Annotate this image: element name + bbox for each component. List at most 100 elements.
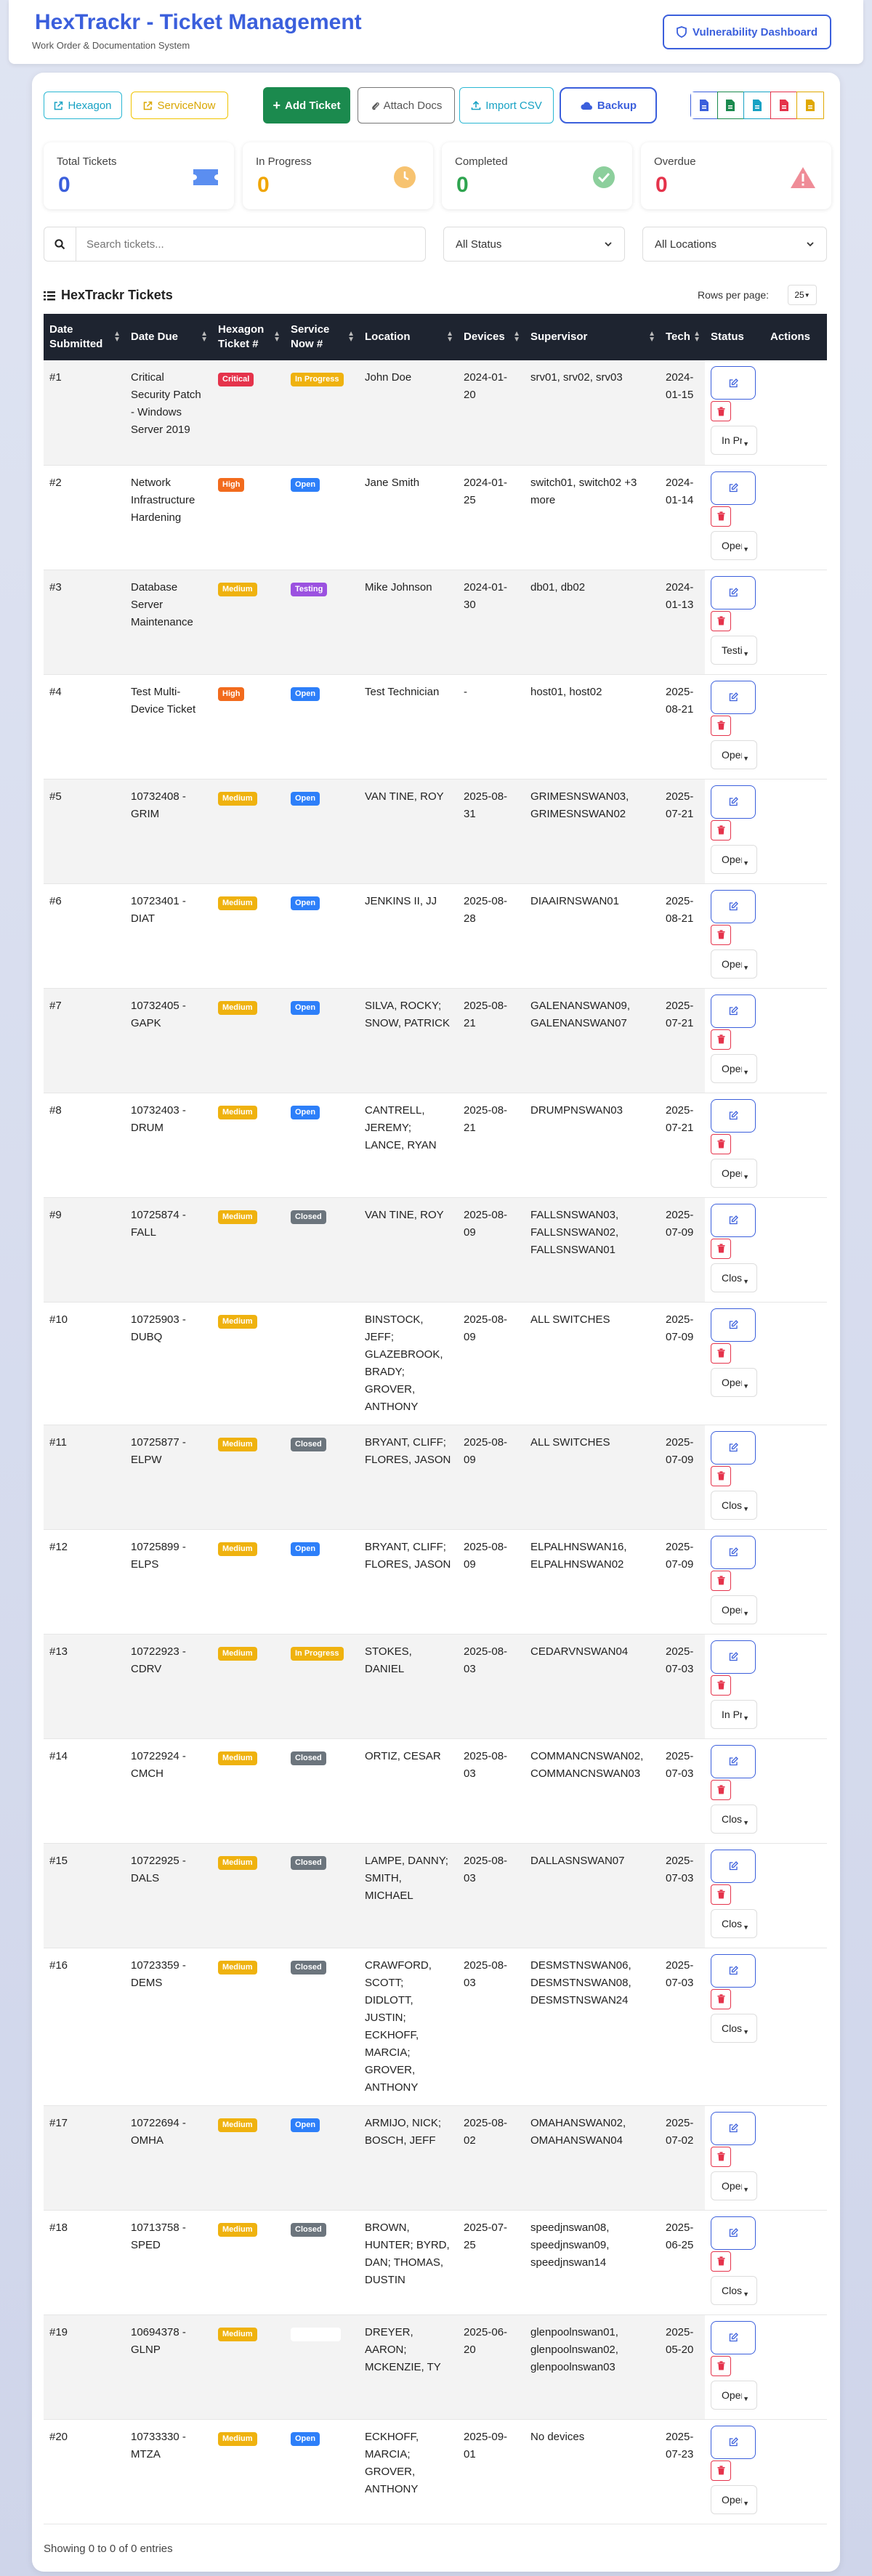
table-row[interactable]: #15 10722925 - DALS Medium Closed LAMPE, DAN…	[44, 1843, 827, 1948]
status-select[interactable]: Open▼	[711, 1053, 757, 1083]
status-select[interactable]: Open▼	[711, 1158, 757, 1188]
delete-button[interactable]	[711, 2146, 731, 2167]
column-header[interactable]: Actions	[764, 314, 827, 360]
column-header[interactable]: Location ▲ ▼	[359, 314, 458, 360]
delete-button[interactable]	[711, 2460, 731, 2481]
table-row[interactable]: #11 10725877 - ELPW Medium Closed BRYANT, CL…	[44, 1425, 827, 1530]
delete-button[interactable]	[711, 401, 731, 421]
table-row[interactable]: #19 10694378 - GLNP Medium Completed DREYER,…	[44, 2314, 827, 2420]
status-select[interactable]: Closed▼	[711, 2275, 757, 2305]
delete-button[interactable]	[711, 1884, 731, 1905]
add-ticket-button[interactable]: + Add Ticket	[263, 87, 350, 123]
status-select[interactable]: Closed▼	[711, 2013, 757, 2043]
status-select[interactable]: In Pro▼	[711, 426, 757, 455]
table-row[interactable]: #9 10725874 - FALL Medium Closed VAN TINE, R…	[44, 1197, 827, 1303]
table-row[interactable]: #7 10732405 - GAPK Medium Open SILVA, ROCKY;…	[44, 988, 827, 1093]
status-select[interactable]: Open▼	[711, 2484, 757, 2514]
edit-button[interactable]	[711, 1430, 756, 1465]
delete-button[interactable]	[711, 1779, 731, 1800]
hexagon-link-button[interactable]: Hexagon	[44, 92, 122, 119]
edit-button[interactable]	[711, 994, 756, 1028]
table-row[interactable]: #17 10722694 - OMHA Medium Open ARMIJO, NICK…	[44, 2105, 827, 2211]
table-row[interactable]: #8 10732403 - DRUM Medium Open CANTRELL, JER…	[44, 1093, 827, 1198]
table-row[interactable]: #3 Database Server Maintenance Medium Testi…	[44, 570, 827, 675]
edit-button[interactable]	[711, 889, 756, 923]
status-select[interactable]: Open▼	[711, 2380, 757, 2410]
delete-button[interactable]	[711, 1133, 731, 1154]
delete-button[interactable]	[711, 1988, 731, 2009]
status-select[interactable]: Closed▼	[711, 1804, 757, 1834]
edit-button[interactable]	[711, 2216, 756, 2250]
delete-button[interactable]	[711, 610, 731, 631]
delete-button[interactable]	[711, 1465, 731, 1486]
edit-button[interactable]	[711, 2425, 756, 2459]
status-select[interactable]: Closed▼	[711, 1908, 757, 1938]
edit-button[interactable]	[711, 1098, 756, 1133]
table-row[interactable]: #5 10732408 - GRIM Medium Open VAN TINE, ROY…	[44, 779, 827, 884]
status-select[interactable]: Open▼	[711, 844, 757, 874]
edit-button[interactable]	[711, 1849, 756, 1883]
delete-button[interactable]	[711, 2355, 731, 2376]
edit-button[interactable]	[711, 366, 756, 400]
location-filter-select[interactable]: All Locations	[642, 227, 827, 262]
status-select[interactable]: Open▼	[711, 530, 757, 560]
edit-button[interactable]	[711, 575, 756, 609]
status-filter-select[interactable]: All Status	[443, 227, 625, 262]
edit-button[interactable]	[711, 680, 756, 714]
table-row[interactable]: #16 10723359 - DEMS Medium Closed CRAWFORD, …	[44, 1948, 827, 2106]
delete-button[interactable]	[711, 506, 731, 527]
export-button[interactable]	[716, 92, 745, 119]
column-header[interactable]: Date Due ▲ ▼	[125, 314, 212, 360]
import-csv-button[interactable]: Import CSV	[459, 87, 554, 123]
delete-button[interactable]	[711, 1342, 731, 1364]
table-row[interactable]: #12 10725899 - ELPS Medium Open BRYANT, CLIF…	[44, 1529, 827, 1635]
table-row[interactable]: #6 10723401 - DIAT Medium Open JENKINS II, J…	[44, 883, 827, 989]
delete-button[interactable]	[711, 924, 731, 945]
table-row[interactable]: #2 Network Infrastructure Hardening High Op…	[44, 465, 827, 570]
edit-button[interactable]	[711, 2320, 756, 2354]
attach-docs-button[interactable]: Attach Docs	[358, 87, 455, 123]
table-row[interactable]: #13 10722923 - CDRV Medium In Progress STOKE…	[44, 1634, 827, 1739]
edit-button[interactable]	[711, 1953, 756, 1988]
column-header[interactable]: Tech ▲ ▼	[660, 314, 705, 360]
export-button[interactable]	[743, 92, 771, 119]
edit-button[interactable]	[711, 471, 756, 505]
status-select[interactable]: Testing▼	[711, 635, 757, 665]
table-row[interactable]: #18 10713758 - SPED Medium Closed BROWN, HUN…	[44, 2210, 827, 2315]
status-select[interactable]: Closed▼	[711, 1263, 757, 1292]
column-header[interactable]: Date Submitted ▲ ▼	[44, 314, 125, 360]
edit-button[interactable]	[711, 1535, 756, 1569]
column-header[interactable]: Service Now # ▲ ▼	[285, 314, 359, 360]
table-row[interactable]: #1 Critical Security Patch - Windows Serv…	[44, 360, 827, 466]
delete-button[interactable]	[711, 1029, 731, 1050]
column-header[interactable]: Status	[705, 314, 764, 360]
status-select[interactable]: Closed▼	[711, 1490, 757, 1520]
edit-button[interactable]	[711, 785, 756, 819]
column-header[interactable]: Hexagon Ticket # ▲ ▼	[212, 314, 285, 360]
export-button[interactable]	[770, 92, 798, 119]
table-row[interactable]: #20 10733330 - MTZA Medium Open ECKHOFF, MAR…	[44, 2419, 827, 2524]
status-select[interactable]: Open▼	[711, 949, 757, 979]
table-row[interactable]: #10 10725903 - DUBQ Medium BINSTOCK, JEFF; …	[44, 1302, 827, 1425]
servicenow-link-button[interactable]: ServiceNow	[131, 92, 228, 119]
edit-button[interactable]	[711, 1203, 756, 1237]
delete-button[interactable]	[711, 1674, 731, 1696]
table-row[interactable]: #14 10722924 - CMCH Medium Closed ORTIZ, CES…	[44, 1738, 827, 1844]
status-select[interactable]: Open▼	[711, 1367, 757, 1397]
status-select[interactable]: In Pro▼	[711, 1699, 757, 1729]
column-header[interactable]: Devices ▲ ▼	[458, 314, 525, 360]
rows-per-page-select[interactable]: 25 ▼	[788, 285, 817, 305]
edit-button[interactable]	[711, 2111, 756, 2145]
vulnerability-dashboard-button[interactable]: Vulnerability Dashboard	[663, 15, 831, 49]
delete-button[interactable]	[711, 2251, 731, 2272]
status-select[interactable]: Open▼	[711, 740, 757, 769]
backup-button[interactable]: Backup	[560, 87, 657, 123]
status-select[interactable]: Open▼	[711, 1595, 757, 1624]
edit-button[interactable]	[711, 1308, 756, 1342]
search-input[interactable]	[76, 227, 425, 261]
search-button[interactable]	[44, 227, 76, 261]
delete-button[interactable]	[711, 715, 731, 736]
edit-button[interactable]	[711, 1640, 756, 1674]
export-button[interactable]	[796, 92, 824, 119]
edit-button[interactable]	[711, 1744, 756, 1778]
